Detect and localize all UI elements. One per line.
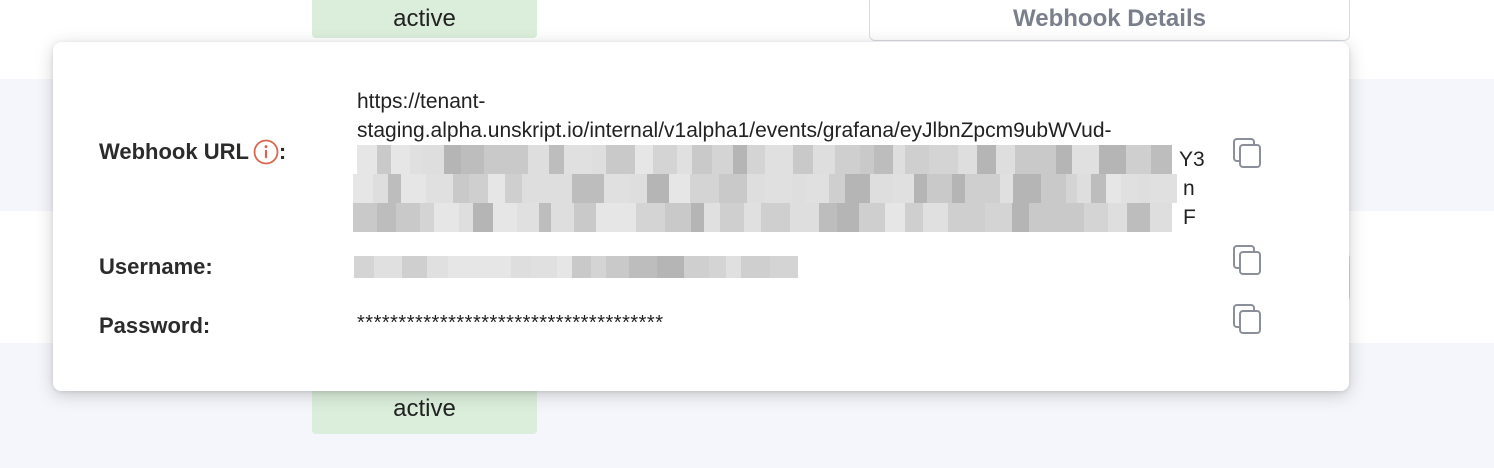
webhook-url-line: https://tenant-	[357, 90, 486, 113]
status-badge: active	[312, 0, 537, 38]
redacted-url-area: Y3 nF	[353, 145, 1207, 232]
password-value: *************************************	[357, 312, 664, 334]
webhook-details-button[interactable]: Webhook Details	[869, 0, 1350, 41]
webhook-url-tail: nF	[1183, 177, 1196, 229]
username-label: Username:	[99, 254, 213, 279]
webhook-url-line: staging.alpha.unskript.io/internal/v1alp…	[357, 119, 1112, 142]
webhook-url-tail: Y3	[1179, 148, 1205, 171]
redacted-strip	[357, 145, 1172, 174]
status-badge: active	[312, 384, 537, 434]
redacted-username	[354, 256, 798, 278]
webhook-url-label-text: Webhook URL	[99, 139, 249, 164]
redacted-strip	[353, 203, 1172, 232]
redacted-strip	[353, 174, 1177, 203]
copy-icon[interactable]	[1230, 135, 1266, 171]
info-circle-icon[interactable]	[253, 139, 279, 165]
webhook-details-popover: Webhook URL : https://tenant- staging.al…	[53, 42, 1349, 391]
webhook-url-colon: :	[278, 139, 287, 164]
password-label: Password:	[99, 313, 211, 338]
copy-icon[interactable]	[1230, 301, 1266, 337]
copy-icon[interactable]	[1230, 242, 1266, 278]
webhook-url-value: https://tenant- staging.alpha.unskript.i…	[353, 87, 1207, 232]
webhook-url-label: Webhook URL :	[99, 139, 286, 165]
